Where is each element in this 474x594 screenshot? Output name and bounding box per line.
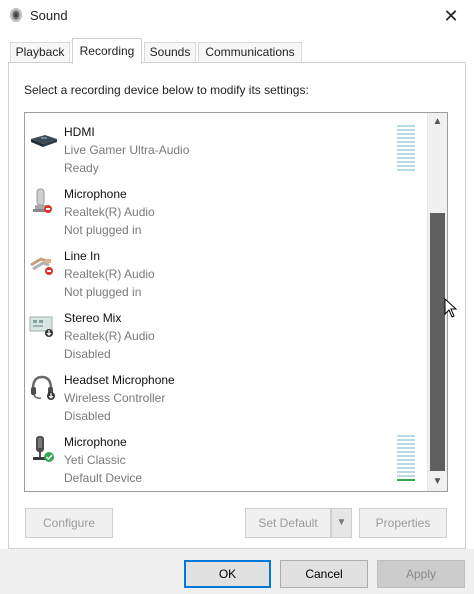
device-status: Ready — [64, 161, 99, 175]
set-default-button[interactable]: Set Default — [245, 508, 331, 538]
speaker-icon — [10, 8, 22, 22]
scroll-down-arrow[interactable]: ▼ — [428, 473, 447, 491]
device-subtitle: Realtek(R) Audio — [64, 205, 155, 219]
list-item-line-in[interactable]: Line In Realtek(R) Audio Not plugged in — [25, 237, 425, 299]
device-subtitle: Yeti Classic — [64, 453, 126, 467]
properties-button[interactable]: Properties — [359, 508, 447, 538]
device-status: Disabled — [64, 409, 111, 423]
close-button[interactable]: ✕ — [428, 0, 474, 32]
device-name: Headset Microphone — [64, 373, 175, 387]
device-name: HDMI — [64, 125, 95, 139]
list-item-headset-microphone[interactable]: Headset Microphone Wireless Controller D… — [25, 361, 425, 423]
hdmi-capture-icon — [31, 135, 57, 147]
headset-icon — [31, 375, 55, 400]
level-meter-yeti — [397, 435, 415, 483]
cancel-button[interactable]: Cancel — [280, 560, 368, 588]
ok-button[interactable]: OK — [184, 560, 271, 588]
microphone-icon — [33, 188, 52, 213]
device-name: Stereo Mix — [64, 311, 122, 325]
device-name: Microphone — [64, 187, 127, 201]
list-item-hdmi[interactable]: HDMI Live Gamer Ultra-Audio Ready — [25, 113, 425, 175]
device-subtitle: Realtek(R) Audio — [64, 329, 155, 343]
stereo-mix-icon — [29, 316, 53, 337]
device-status: Default Device — [64, 471, 143, 485]
device-list[interactable]: HDMI Live Gamer Ultra-Audio Ready Microp… — [24, 112, 448, 492]
device-name: Microphone — [64, 435, 127, 449]
device-status: Not plugged in — [64, 285, 142, 299]
close-icon: ✕ — [443, 6, 459, 26]
set-default-dropdown[interactable]: ▼ — [331, 508, 352, 538]
line-in-icon — [30, 257, 53, 275]
list-item-microphone-realtek[interactable]: Microphone Realtek(R) Audio Not plugged … — [25, 175, 425, 237]
device-subtitle: Wireless Controller — [64, 391, 166, 405]
title-bar: Sound ✕ — [0, 0, 474, 32]
chevron-down-icon: ▼ — [336, 517, 347, 528]
instruction-text: Select a recording device below to modif… — [24, 83, 309, 97]
level-meter-hdmi — [397, 125, 415, 173]
device-subtitle: Live Gamer Ultra-Audio — [64, 143, 190, 157]
device-status: Disabled — [64, 347, 111, 361]
tab-communications[interactable]: Communications — [198, 42, 302, 63]
device-name: Line In — [64, 249, 101, 263]
list-item-microphone-yeti[interactable]: Microphone Yeti Classic Default Device — [25, 423, 425, 485]
tab-sounds[interactable]: Sounds — [144, 42, 196, 63]
configure-button[interactable]: Configure — [25, 508, 113, 538]
tab-strip: Playback Recording Sounds Communications — [0, 32, 474, 64]
scroll-up-arrow[interactable]: ▲ — [428, 113, 447, 131]
window-title: Sound — [30, 8, 68, 23]
mouse-cursor-icon — [444, 298, 458, 318]
usb-microphone-icon — [33, 436, 54, 462]
tab-playback[interactable]: Playback — [10, 42, 70, 63]
device-subtitle: Realtek(R) Audio — [64, 267, 155, 281]
device-status: Not plugged in — [64, 223, 142, 237]
list-item-stereo-mix[interactable]: Stereo Mix Realtek(R) Audio Disabled — [25, 299, 425, 361]
scroll-thumb[interactable] — [430, 213, 445, 471]
apply-button[interactable]: Apply — [377, 560, 465, 588]
tab-recording[interactable]: Recording — [72, 38, 142, 64]
